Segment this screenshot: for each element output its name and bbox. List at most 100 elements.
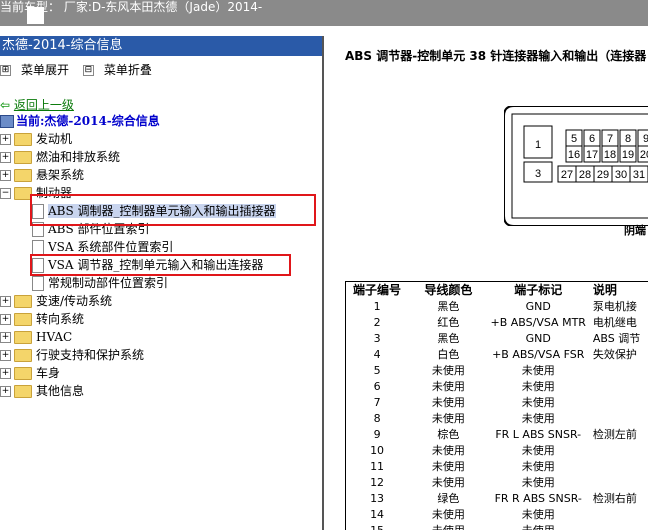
- tree-node-hvac[interactable]: + HVAC: [0, 329, 72, 346]
- table-cell: [589, 378, 648, 394]
- table-cell: 泵电机接: [592, 300, 637, 313]
- table-cell: 12: [370, 475, 385, 489]
- table-row: 14 未使用 未使用: [345, 506, 648, 522]
- folder-icon: [14, 295, 32, 308]
- left-pane-header: 杰德-2014-综合信息: [0, 36, 322, 56]
- highlight-box-abs: [30, 194, 316, 226]
- connector-pin: 5: [571, 133, 577, 145]
- table-cell: 11: [370, 459, 385, 473]
- table-cell: 14: [370, 507, 385, 521]
- connector-pin: 9: [643, 133, 648, 145]
- tree-node-transmission[interactable]: + 变速/传动系统: [0, 293, 112, 310]
- collapse-icon[interactable]: −: [0, 188, 11, 199]
- document-icon: [32, 240, 44, 255]
- connector-pin: 17: [586, 149, 598, 161]
- table-cell: 未使用: [521, 396, 555, 409]
- folder-icon: [14, 133, 32, 146]
- table-cell: 未使用: [431, 508, 465, 521]
- table-cell: 检测右前: [592, 492, 637, 505]
- connector-pin: 20: [640, 149, 648, 161]
- content-pane: ABS 调节器-控制单元 38 针连接器输入和输出（连接器 1 3 5 6 7 …: [324, 36, 648, 530]
- expand-icon[interactable]: +: [0, 350, 11, 361]
- table-cell: 13: [370, 491, 385, 505]
- table-row: 8 未使用 未使用: [345, 410, 648, 426]
- table-cell: 失效保护: [592, 348, 637, 361]
- menu-collapse-button[interactable]: ⊟ 菜单折叠: [82, 63, 152, 77]
- expand-icon[interactable]: +: [0, 368, 11, 379]
- table-row: 2 红色 +B ABS/VSA MTR 电机继电: [345, 314, 648, 330]
- menu-expand-button[interactable]: ⊞ 菜单展开: [0, 63, 69, 77]
- table-cell: +B ABS/VSA FSR: [492, 347, 585, 361]
- connector-pin-1: 1: [535, 139, 541, 151]
- table-cell: 未使用: [488, 522, 589, 530]
- table-row: 10 未使用 未使用: [345, 442, 648, 458]
- table-cell: 绿色: [437, 492, 460, 505]
- expand-icon[interactable]: +: [0, 386, 11, 397]
- table-row: 3 黑色 GND ABS 调节: [345, 330, 648, 346]
- connector-label: 阴端: [624, 224, 646, 237]
- folder-icon: [14, 367, 32, 380]
- table-cell: ABS 调节: [592, 332, 641, 345]
- table-cell: 未使用: [431, 412, 465, 425]
- table-row: 11 未使用 未使用: [345, 458, 648, 474]
- table-cell: 未使用: [431, 460, 465, 473]
- tree-leaf-conventional-brake-index[interactable]: 常规制动部件位置索引: [32, 275, 168, 292]
- table-cell: [589, 442, 648, 458]
- folder-icon: [14, 169, 32, 182]
- back-link[interactable]: ⇦ 返回上一级: [0, 96, 74, 113]
- table-cell: 9: [373, 427, 381, 441]
- app-icon: [27, 7, 44, 24]
- table-row: 1 黑色 GND 泵电机接: [345, 298, 648, 314]
- table-row: 13 绿色 FR R ABS SNSR- 检测右前: [345, 490, 648, 506]
- table-cell: 7: [373, 395, 381, 409]
- document-icon: [32, 276, 44, 291]
- table-row: 5 未使用 未使用: [345, 362, 648, 378]
- back-arrow-icon: ⇦: [0, 98, 11, 112]
- table-cell: 未使用: [431, 380, 465, 393]
- folder-icon: [14, 313, 32, 326]
- connector-pin: 8: [625, 133, 631, 145]
- expand-icon[interactable]: +: [0, 134, 11, 145]
- tree-node-steering[interactable]: + 转向系统: [0, 311, 84, 328]
- expand-icon[interactable]: +: [0, 314, 11, 325]
- table-cell: FR L ABS SNSR-: [495, 427, 582, 441]
- table-cell: 未使用: [431, 476, 465, 489]
- expand-icon[interactable]: +: [0, 152, 11, 163]
- table-cell: 红色: [437, 316, 460, 329]
- connector-pin: 19: [622, 149, 634, 161]
- expand-icon[interactable]: +: [0, 170, 11, 181]
- tree-node-fuel-emission[interactable]: + 燃油和排放系统: [0, 149, 120, 166]
- table-cell: 5: [373, 363, 381, 377]
- table-cell: 未使用: [521, 380, 555, 393]
- tree-node-body[interactable]: + 车身: [0, 365, 60, 382]
- table-cell: 6: [373, 379, 381, 393]
- tree-node-engine[interactable]: + 发动机: [0, 131, 72, 148]
- table-cell: 未使用: [431, 444, 465, 457]
- table-cell: 棕色: [437, 428, 460, 441]
- table-row: 4 白色 +B ABS/VSA FSR 失效保护: [345, 346, 648, 362]
- current-node[interactable]: 当前:杰德-2014-综合信息: [0, 112, 160, 129]
- table-cell: 2: [373, 315, 381, 329]
- table-cell: GND: [525, 331, 551, 345]
- table-cell: 电机继电: [592, 316, 637, 329]
- connector-pin: 29: [597, 169, 609, 181]
- table-row: 12 未使用 未使用: [345, 474, 648, 490]
- menu-row: ⊞ 菜单展开 ⊟ 菜单折叠: [0, 61, 162, 78]
- table-cell: 白色: [437, 348, 460, 361]
- folder-icon: [14, 349, 32, 362]
- tree-node-suspension[interactable]: + 悬架系统: [0, 167, 84, 184]
- table-cell: +B ABS/VSA MTR: [490, 315, 586, 329]
- expand-icon[interactable]: +: [0, 332, 11, 343]
- title-bar: 当前车型： 厂家:D-东风本田杰德（Jade）2014-: [0, 0, 648, 26]
- table-row: 9 棕色 FR L ABS SNSR- 检测左前: [345, 426, 648, 442]
- expand-icon[interactable]: +: [0, 296, 11, 307]
- table-cell: 未使用: [521, 412, 555, 425]
- left-pane: 杰德-2014-综合信息 ⊞ 菜单展开 ⊟ 菜单折叠 ⇦ 返回上一级 当前:杰德-2…: [0, 36, 324, 530]
- tree-node-driving-support[interactable]: + 行驶支持和保护系统: [0, 347, 144, 364]
- table-cell: GND: [525, 299, 551, 313]
- collapse-icon: ⊟: [82, 65, 94, 76]
- tree-node-other-info[interactable]: + 其他信息: [0, 383, 84, 400]
- connector-pin: 28: [579, 169, 591, 181]
- table-cell: [589, 474, 648, 490]
- table-cell: [589, 362, 648, 378]
